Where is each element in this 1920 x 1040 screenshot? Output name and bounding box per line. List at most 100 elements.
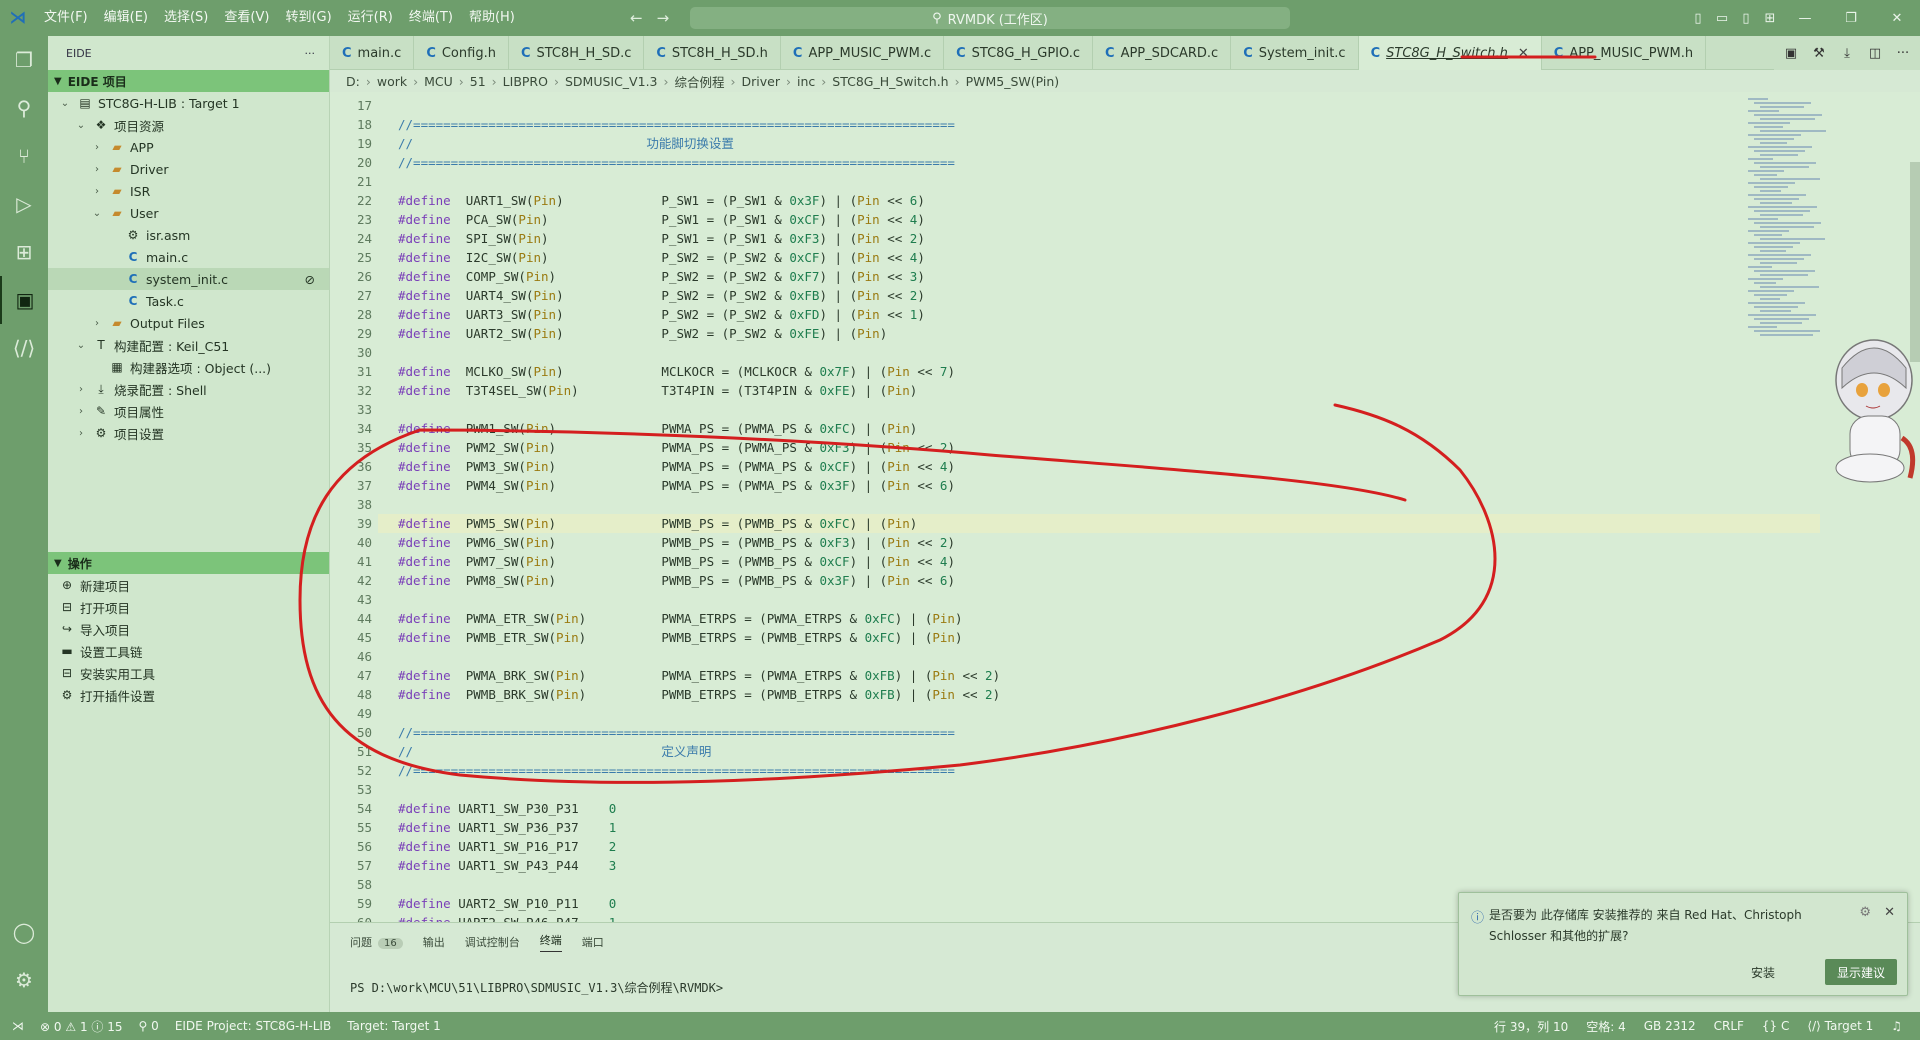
toggle-panel-icon[interactable]: ▭	[1710, 11, 1734, 26]
target-status[interactable]: Target: Target 1	[347, 1019, 441, 1033]
notifications-bell-icon[interactable]: ♫	[1891, 1019, 1902, 1033]
tree-item[interactable]: C Task.c	[48, 290, 329, 312]
code-line[interactable]: #define PWMA_ETR_SW(Pin) PWMA_ETRPS = (P…	[398, 609, 962, 628]
panel-tab[interactable]: 端口	[582, 934, 604, 950]
menu-item[interactable]: 帮助(H)	[461, 0, 523, 36]
operation-item[interactable]: ↪ 导入项目	[48, 618, 329, 640]
tree-item[interactable]: ⚙ isr.asm	[48, 224, 329, 246]
chip-icon[interactable]: ▣	[1780, 46, 1802, 61]
eide-target[interactable]: ⟨/⟩ Target 1	[1807, 1019, 1873, 1033]
panel-tab[interactable]: 调试控制台	[465, 934, 520, 950]
editor-tab[interactable]: C APP_MUSIC_PWM.h	[1542, 36, 1707, 70]
code-line[interactable]: #define PWMB_ETR_SW(Pin) PWMB_ETRPS = (P…	[398, 628, 962, 647]
operation-item[interactable]: ▬ 设置工具链	[48, 640, 329, 662]
menu-item[interactable]: 运行(R)	[340, 0, 401, 36]
panel-tab[interactable]: 问题 16	[350, 934, 403, 950]
editor-tab[interactable]: C System_init.c	[1231, 36, 1359, 70]
breadcrumb-item[interactable]: LIBPRO	[503, 74, 548, 89]
editor-tab[interactable]: C APP_SDCARD.c	[1093, 36, 1232, 70]
minimap[interactable]	[1748, 92, 1828, 392]
eide-chip-icon[interactable]: ▣	[0, 276, 48, 324]
menu-item[interactable]: 选择(S)	[156, 0, 216, 36]
toggle-secondary-sidebar-icon[interactable]: ▯	[1734, 11, 1758, 26]
remote-icon[interactable]: ⋊	[12, 1019, 24, 1033]
panel-tab[interactable]: 输出	[423, 934, 445, 950]
code-editor[interactable]: 17 18 //==================================…	[330, 92, 1920, 922]
section-operations[interactable]: ▼ 操作	[48, 552, 329, 574]
code-line[interactable]: #define PWMB_BRK_SW(Pin) PWMB_ETRPS = (P…	[398, 685, 1000, 704]
split-editor-icon[interactable]: ◫	[1864, 46, 1886, 61]
manage-gear-icon[interactable]: ⚙	[0, 956, 48, 1004]
tree-item[interactable]: ⌄ ❖ 项目资源	[48, 114, 329, 136]
breadcrumb-item[interactable]: 51	[470, 74, 486, 89]
editor-tab[interactable]: C STC8G_H_Switch.h ✕	[1358, 36, 1542, 70]
tree-item[interactable]: Csystem_init.c ⊘	[48, 268, 329, 290]
code-line[interactable]: //======================================…	[398, 723, 955, 742]
toggle-sidebar-icon[interactable]: ▯	[1686, 11, 1710, 26]
code-line[interactable]: #define I2C_SW(Pin) P_SW2 = (P_SW2 & 0xC…	[398, 248, 925, 267]
tree-item[interactable]: › ▰ ISR	[48, 180, 329, 202]
breadcrumb-item[interactable]: inc	[797, 74, 815, 89]
tree-item[interactable]: › ✎ 项目属性	[48, 400, 329, 422]
operation-item[interactable]: ⊕ 新建项目	[48, 574, 329, 596]
more-actions-icon[interactable]: ···	[305, 47, 316, 60]
editor-tab[interactable]: C STC8H_H_SD.h	[644, 36, 781, 70]
code-line[interactable]: #define UART1_SW_P16_P17 2	[398, 837, 616, 856]
close-icon[interactable]: ✕	[1884, 905, 1895, 920]
operation-item[interactable]: ⊟ 安装实用工具	[48, 662, 329, 684]
explorer-icon[interactable]: ❐	[0, 36, 48, 84]
menu-item[interactable]: 编辑(E)	[96, 0, 156, 36]
minimize-button[interactable]: —	[1782, 11, 1828, 26]
code-line[interactable]: #define PWM5_SW(Pin) PWMB_PS = (PWMB_PS …	[398, 514, 917, 533]
breadcrumb-item[interactable]: SDMUSIC_V1.3	[565, 74, 658, 89]
menu-item[interactable]: 查看(V)	[216, 0, 277, 36]
code-line[interactable]: #define PWM6_SW(Pin) PWMB_PS = (PWMB_PS …	[398, 533, 955, 552]
code-line[interactable]: #define PWMA_BRK_SW(Pin) PWMA_ETRPS = (P…	[398, 666, 1000, 685]
code-line[interactable]: #define UART1_SW_P43_P44 3	[398, 856, 616, 875]
account-icon[interactable]: ◯	[0, 908, 48, 956]
code-line[interactable]: #define PWM3_SW(Pin) PWMA_PS = (PWMA_PS …	[398, 457, 955, 476]
breadcrumb-item[interactable]: PWM5_SW(Pin)	[966, 74, 1060, 89]
editor-tab[interactable]: C STC8G_H_GPIO.c	[944, 36, 1094, 70]
editor-tab[interactable]: Cmain.c	[330, 36, 415, 70]
breadcrumb-item[interactable]: work	[377, 74, 407, 89]
code-line[interactable]: #define PWM2_SW(Pin) PWMA_PS = (PWMA_PS …	[398, 438, 955, 457]
tree-item[interactable]: ⌄ ▤ STC8G-H-LIB : Target 1	[48, 92, 329, 114]
extensions-icon[interactable]: ⊞	[0, 228, 48, 276]
panel-tab[interactable]: 终端	[539, 932, 562, 952]
code-line[interactable]: #define MCLKO_SW(Pin) MCLKOCR = (MCLKOCR…	[398, 362, 955, 381]
code-line[interactable]: #define PWM7_SW(Pin) PWMB_PS = (PWMB_PS …	[398, 552, 955, 571]
section-eide-project[interactable]: ▼ EIDE 项目	[48, 70, 329, 92]
run-debug-icon[interactable]: ▷	[0, 180, 48, 228]
code-line[interactable]: #define UART2_SW(Pin) P_SW2 = (P_SW2 & 0…	[398, 324, 887, 343]
settings-gear-icon[interactable]: ⚙	[1859, 905, 1871, 920]
breadcrumb-item[interactable]: D:	[346, 74, 360, 89]
breadcrumb-item[interactable]: 综合例程	[675, 72, 725, 91]
tree-item[interactable]: › ⚙ 项目设置	[48, 422, 329, 444]
forward-arrow-icon[interactable]: →	[657, 9, 670, 27]
code-line[interactable]: #define T3T4SEL_SW(Pin) T3T4PIN = (T3T4P…	[398, 381, 917, 400]
tree-item[interactable]: › ▰ Driver	[48, 158, 329, 180]
cursor-position[interactable]: 行 39，列 10	[1494, 1018, 1568, 1035]
back-arrow-icon[interactable]: ←	[630, 9, 643, 27]
code-line[interactable]: #define COMP_SW(Pin) P_SW2 = (P_SW2 & 0x…	[398, 267, 925, 286]
restore-button[interactable]: ❐	[1828, 11, 1874, 26]
tree-item[interactable]: ⌄ ▰ User	[48, 202, 329, 224]
code-line[interactable]: #define SPI_SW(Pin) P_SW1 = (P_SW1 & 0xF…	[398, 229, 925, 248]
code-line[interactable]: #define UART2_SW_P46_P47 1	[398, 913, 616, 922]
build-icon[interactable]: ⚒	[1808, 46, 1830, 61]
code-line[interactable]: // 定义声明	[398, 742, 711, 761]
command-center-search[interactable]: ⚲ RVMDK (工作区)	[690, 7, 1290, 29]
code-line[interactable]: //======================================…	[398, 115, 955, 134]
menu-item[interactable]: 终端(T)	[401, 0, 461, 36]
editor-tab[interactable]: C APP_MUSIC_PWM.c	[781, 36, 945, 70]
menu-item[interactable]: 文件(F)	[36, 0, 96, 36]
eol-setting[interactable]: CRLF	[1714, 1019, 1744, 1033]
close-window-button[interactable]: ✕	[1874, 11, 1920, 26]
code-line[interactable]: #define PWM8_SW(Pin) PWMB_PS = (PWMB_PS …	[398, 571, 955, 590]
code-line[interactable]: #define PWM1_SW(Pin) PWMA_PS = (PWMA_PS …	[398, 419, 917, 438]
operation-item[interactable]: ⊟ 打开项目	[48, 596, 329, 618]
close-tab-icon[interactable]: ✕	[1518, 46, 1529, 61]
code-line[interactable]: // 功能脚切换设置	[398, 134, 734, 153]
code-line[interactable]: #define UART1_SW(Pin) P_SW1 = (P_SW1 & 0…	[398, 191, 925, 210]
